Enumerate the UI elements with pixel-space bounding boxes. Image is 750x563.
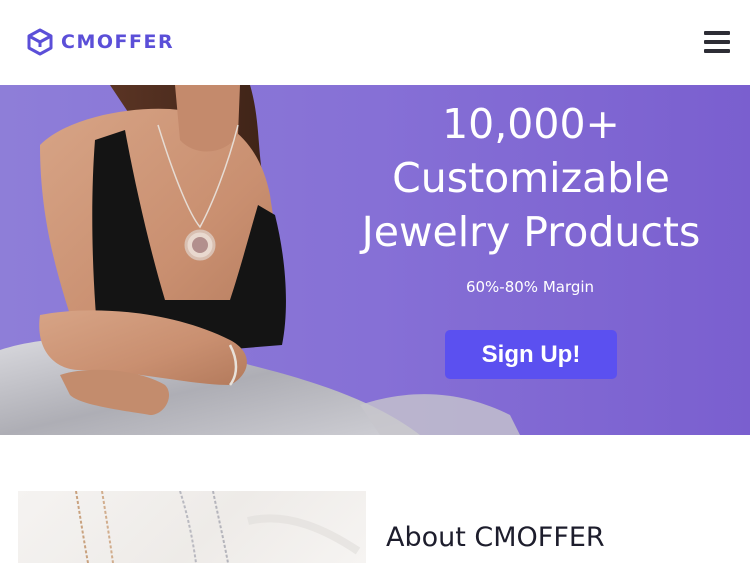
site-header: CMOFFER: [0, 0, 750, 86]
about-section-title: About CMOFFER: [386, 522, 605, 553]
sign-up-button[interactable]: Sign Up!: [445, 330, 617, 379]
hero-title-line: Jewelry Products: [361, 208, 701, 256]
hero-title-line: 10,000+: [442, 100, 620, 148]
brand-name: CMOFFER: [61, 31, 175, 53]
hero-title-line: Customizable: [392, 154, 670, 202]
menu-bar: [704, 40, 730, 44]
hero-banner: 10,000+ Customizable Jewelry Products 60…: [0, 85, 750, 435]
hero-title: 10,000+ Customizable Jewelry Products: [350, 97, 712, 259]
necklace-chains-photo: [18, 491, 366, 563]
cube-logo-icon: [27, 28, 53, 56]
hero-subtitle: 60%-80% Margin: [465, 278, 595, 296]
menu-bar: [704, 49, 730, 53]
hamburger-menu-icon[interactable]: [704, 31, 730, 53]
brand-logo[interactable]: CMOFFER: [27, 28, 174, 56]
menu-bar: [704, 31, 730, 35]
